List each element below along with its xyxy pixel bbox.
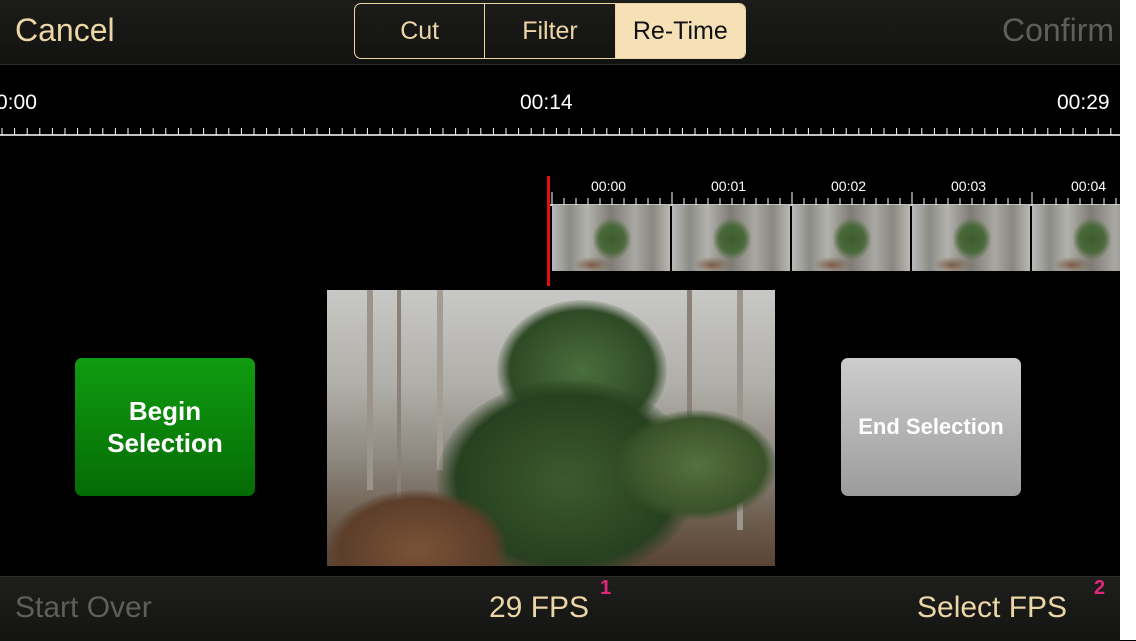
top-navigation-bar: Cancel Cut Filter Re-Time Confirm (0, 0, 1120, 65)
filmstrip-frame (552, 205, 670, 271)
cancel-button[interactable]: Cancel (15, 12, 115, 49)
right-edge-strip (1120, 0, 1136, 640)
tree-foliage (617, 410, 775, 520)
confirm-button[interactable]: Confirm (1002, 12, 1114, 49)
annotation-badge: 2 (1094, 577, 1106, 599)
filmstrip-frame (1032, 205, 1120, 271)
filmstrip-frame (792, 205, 910, 271)
filmstrip-frame (672, 205, 790, 271)
tree-trunk (437, 290, 443, 470)
tree-trunk (397, 290, 401, 520)
annotation-badge: 1 (600, 577, 612, 599)
begin-selection-button[interactable]: Begin Selection (75, 358, 255, 496)
timeline-end-label: 00:29 (1057, 91, 1110, 114)
timeline-start-label: 0:00 (0, 91, 37, 114)
end-selection-button[interactable]: End Selection (841, 358, 1021, 496)
fps-value: 29 FPS (489, 591, 590, 624)
filmstrip-frame (912, 205, 1030, 271)
subtimeline-ruler (550, 192, 1120, 206)
mode-segmented-control: Cut Filter Re-Time (354, 3, 746, 59)
timeline-ruler[interactable] (0, 122, 1120, 136)
tab-filter[interactable]: Filter (485, 4, 616, 58)
playhead[interactable] (547, 176, 550, 286)
tree-trunk (367, 290, 373, 490)
tab-re-time[interactable]: Re-Time (615, 4, 745, 58)
select-fps-button[interactable]: Select FPS (917, 591, 1067, 625)
bottom-toolbar: Start Over 29 FPS 1 Select FPS 2 (0, 576, 1120, 641)
video-filmstrip[interactable] (552, 205, 1120, 271)
start-over-button[interactable]: Start Over (15, 591, 152, 625)
tab-cut[interactable]: Cut (355, 4, 486, 58)
timeline-middle-label: 00:14 (520, 91, 573, 114)
video-preview[interactable] (327, 290, 775, 566)
